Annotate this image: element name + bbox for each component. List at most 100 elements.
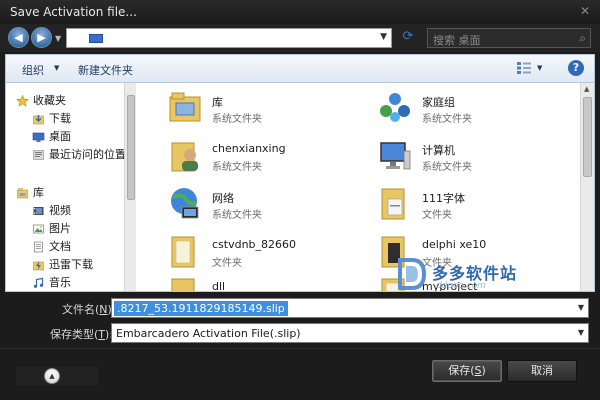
filename-input[interactable]: .8217_53.1911829185149.slip ▼ [111, 298, 589, 318]
scrollbar-thumb[interactable] [583, 97, 592, 177]
file-item-user-folder[interactable]: chenxianxing 系统文件夹 [154, 133, 364, 179]
close-icon[interactable]: ✕ [578, 4, 592, 18]
recent-places-icon [33, 150, 44, 160]
filetype-value: Embarcadero Activation File(.slip) [116, 327, 301, 340]
file-name: 家庭组 [422, 96, 455, 109]
navigation-pane-scrollbar[interactable] [124, 83, 136, 291]
sidebar-item-label: 视频 [49, 204, 71, 217]
search-placeholder: 搜索 桌面 [433, 34, 481, 47]
sidebar-item-recent-places[interactable]: 最近访问的位置 [32, 146, 126, 162]
filename-label: 文件名(N): [62, 303, 116, 316]
file-item-cstvdnb-folder[interactable]: cstvdnb_82660 文件夹 [154, 229, 364, 275]
sidebar-item-label: 桌面 [49, 130, 71, 143]
command-toolbar: 组织 ▼ 新建文件夹 ▼ ? [5, 54, 595, 82]
scrollbar-thumb[interactable] [127, 95, 135, 200]
video-icon [33, 207, 44, 215]
chevron-down-icon[interactable]: ▼ [54, 64, 59, 72]
navigation-bar: ◀ ▶ ▼ ▼ ⟳ 搜索 桌面 ⌕ [0, 24, 600, 52]
document-icon [34, 241, 43, 253]
sidebar-item-videos[interactable]: 视频 [32, 202, 71, 218]
sidebar-item-label: 库 [33, 186, 44, 199]
search-icon[interactable]: ⌕ [579, 31, 586, 46]
save-dialog: Save Activation file... ✕ ◀ ▶ ▼ ▼ ⟳ 搜索 桌… [0, 0, 600, 400]
hide-folders-button[interactable]: ▲ [16, 367, 98, 385]
refresh-icon[interactable]: ⟳ [399, 29, 417, 47]
file-type: 系统文件夹 [212, 114, 262, 125]
cancel-button[interactable]: 取消 [507, 360, 577, 382]
file-item-dll-folder[interactable]: dll [154, 271, 364, 292]
picture-icon [33, 224, 44, 234]
file-item-computer[interactable]: 计算机 系统文件夹 [364, 133, 574, 179]
sidebar-item-pictures[interactable]: 图片 [32, 220, 71, 236]
file-name: cstvdnb_82660 [212, 238, 297, 251]
title-bar: Save Activation file... ✕ [0, 0, 600, 24]
desktop-icon [32, 132, 45, 142]
sidebar-item-favorites[interactable]: 收藏夹 [16, 92, 66, 108]
sidebar-item-thunder-downloads[interactable]: 迅雷下载 [32, 256, 93, 272]
file-name: chenxianxing [212, 142, 286, 155]
search-input[interactable]: 搜索 桌面 ⌕ [427, 28, 591, 48]
sidebar-item-label: 迅雷下载 [49, 258, 93, 271]
filename-dropdown-icon[interactable]: ▼ [578, 303, 584, 312]
sidebar-item-label: 图片 [49, 222, 71, 235]
file-item-font-folder[interactable]: 111字体 文件夹 [364, 181, 574, 227]
sidebar-item-label: 文档 [49, 240, 71, 253]
filename-value[interactable]: .8217_53.1911829185149.slip [114, 301, 288, 316]
address-dropdown-icon[interactable]: ▼ [380, 32, 387, 42]
file-type: 文件夹 [212, 258, 242, 269]
sidebar-item-downloads[interactable]: 下载 [32, 110, 71, 126]
views-chevron-down-icon[interactable]: ▼ [537, 64, 542, 72]
file-name: dll [212, 280, 226, 292]
forward-button[interactable]: ▶ [31, 27, 52, 48]
network-icon [171, 188, 199, 219]
filetype-label: 保存类型(T): [50, 328, 114, 341]
sidebar-item-label: 音乐 [49, 276, 71, 289]
help-icon[interactable]: ? [568, 60, 584, 76]
file-item-library[interactable]: 库 系统文件夹 [154, 85, 364, 131]
back-button[interactable]: ◀ [8, 27, 29, 48]
file-type: 系统文件夹 [422, 114, 472, 125]
save-button[interactable]: 保存(S) [432, 360, 502, 382]
file-item-homegroup[interactable]: 家庭组 系统文件夹 [364, 85, 574, 131]
change-view-icon[interactable] [516, 61, 532, 75]
desktop-location-icon [89, 34, 103, 43]
file-name: 计算机 [422, 144, 455, 157]
sidebar-item-label: 最近访问的位置 [49, 148, 126, 161]
star-icon [16, 95, 29, 107]
file-type: 文件夹 [422, 210, 452, 221]
sidebar-item-desktop[interactable]: 桌面 [32, 128, 71, 144]
folder-icon [171, 278, 195, 291]
navigation-pane: 收藏夹 下载 桌面 最近访问的位置 库 视频 图片 文档 迅雷下载 音乐 [6, 83, 126, 291]
library-folder-icon [169, 92, 201, 122]
sidebar-item-library[interactable]: 库 [16, 184, 44, 200]
file-name: delphi xe10 [422, 238, 487, 251]
file-item-network[interactable]: 网络 系统文件夹 [154, 181, 364, 227]
chevron-up-icon[interactable]: ▲ [44, 368, 60, 384]
download-folder-icon [33, 115, 44, 125]
scroll-up-icon[interactable]: ▲ [584, 85, 589, 93]
new-folder-button[interactable]: 新建文件夹 [78, 62, 133, 78]
site-watermark: 多多软件站 ddooo.com [396, 256, 586, 296]
folder-icon [381, 188, 405, 220]
sidebar-item-documents[interactable]: 文档 [32, 238, 71, 254]
library-icon [17, 188, 28, 199]
computer-icon [380, 142, 411, 170]
filetype-select[interactable]: Embarcadero Activation File(.slip) ▼ [111, 323, 589, 343]
file-type: 系统文件夹 [422, 162, 472, 173]
file-type: 系统文件夹 [212, 210, 262, 221]
dialog-footer: ▲ 保存(S) 取消 [0, 348, 600, 400]
file-name: 网络 [212, 192, 234, 205]
organize-button[interactable]: 组织 [22, 62, 44, 78]
recent-pages-dropdown-icon[interactable]: ▼ [55, 34, 61, 43]
thunder-icon [33, 261, 44, 271]
homegroup-icon [380, 93, 410, 122]
sidebar-item-music[interactable]: 音乐 [32, 274, 71, 290]
music-icon [33, 277, 44, 288]
address-bar[interactable]: ▼ [66, 28, 392, 48]
filetype-dropdown-icon[interactable]: ▼ [578, 328, 584, 337]
user-folder-icon [171, 142, 198, 172]
window-title: Save Activation file... [10, 5, 137, 19]
file-name: 111字体 [422, 192, 465, 205]
file-name: 库 [212, 96, 223, 109]
sidebar-item-label: 下载 [49, 112, 71, 125]
